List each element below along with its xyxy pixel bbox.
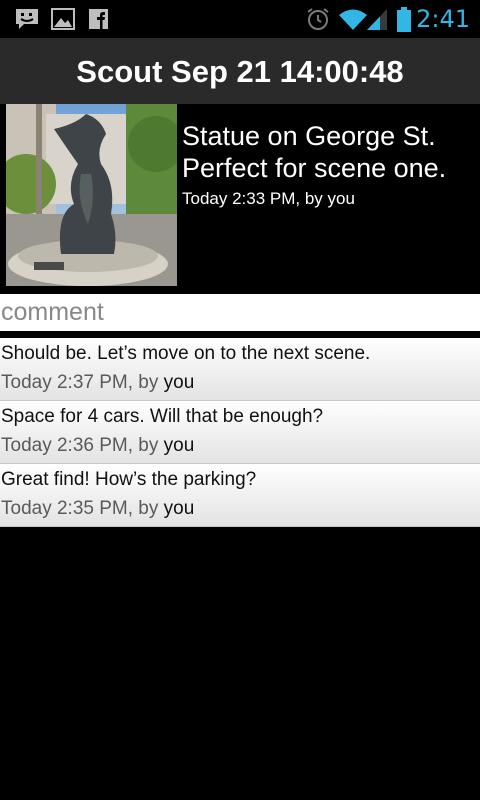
post-header: Statue on George St. Perfect for scene o… — [0, 104, 480, 292]
battery-icon — [396, 7, 412, 37]
signal-icon — [366, 7, 388, 35]
post-title: Statue on George St. Perfect for scene o… — [182, 121, 447, 183]
comment-meta: Today 2:35 PM, by you — [1, 498, 194, 520]
comment-item[interactable]: Great find! How’s the parking? Today 2:3… — [0, 464, 480, 527]
comment-meta: Today 2:37 PM, by you — [1, 372, 194, 394]
gallery-icon — [51, 7, 75, 35]
alarm-icon — [305, 7, 331, 35]
wifi-icon — [338, 7, 368, 35]
comment-text: Should be. Let’s move on to the next sce… — [1, 343, 371, 364]
comment-item[interactable]: Should be. Let’s move on to the next sce… — [0, 338, 480, 401]
page-title: Scout Sep 21 14:00:48 — [76, 54, 404, 89]
comment-input[interactable] — [0, 294, 480, 331]
comment-list: Should be. Let’s move on to the next sce… — [0, 338, 480, 527]
comment-text: Great find! How’s the parking? — [1, 469, 257, 490]
chat-icon — [14, 7, 40, 35]
statue-photo[interactable] — [6, 104, 177, 286]
comment-author: you — [163, 435, 195, 456]
comment-author: you — [163, 372, 195, 393]
comment-meta: Today 2:36 PM, by you — [1, 435, 194, 457]
comment-item[interactable]: Space for 4 cars. Will that be enough? T… — [0, 401, 480, 464]
comment-author: you — [163, 498, 195, 519]
status-bar: 2:41 — [0, 0, 480, 38]
comment-time: Today 2:37 PM, by — [1, 372, 159, 393]
comment-time: Today 2:35 PM, by — [1, 498, 159, 519]
facebook-icon — [88, 7, 110, 35]
status-clock: 2:41 — [416, 5, 470, 33]
comment-text: Space for 4 cars. Will that be enough? — [1, 406, 324, 427]
title-bar: Scout Sep 21 14:00:48 — [0, 38, 480, 104]
post-timestamp: Today 2:33 PM, by you — [182, 189, 355, 208]
comment-time: Today 2:36 PM, by — [1, 435, 159, 456]
